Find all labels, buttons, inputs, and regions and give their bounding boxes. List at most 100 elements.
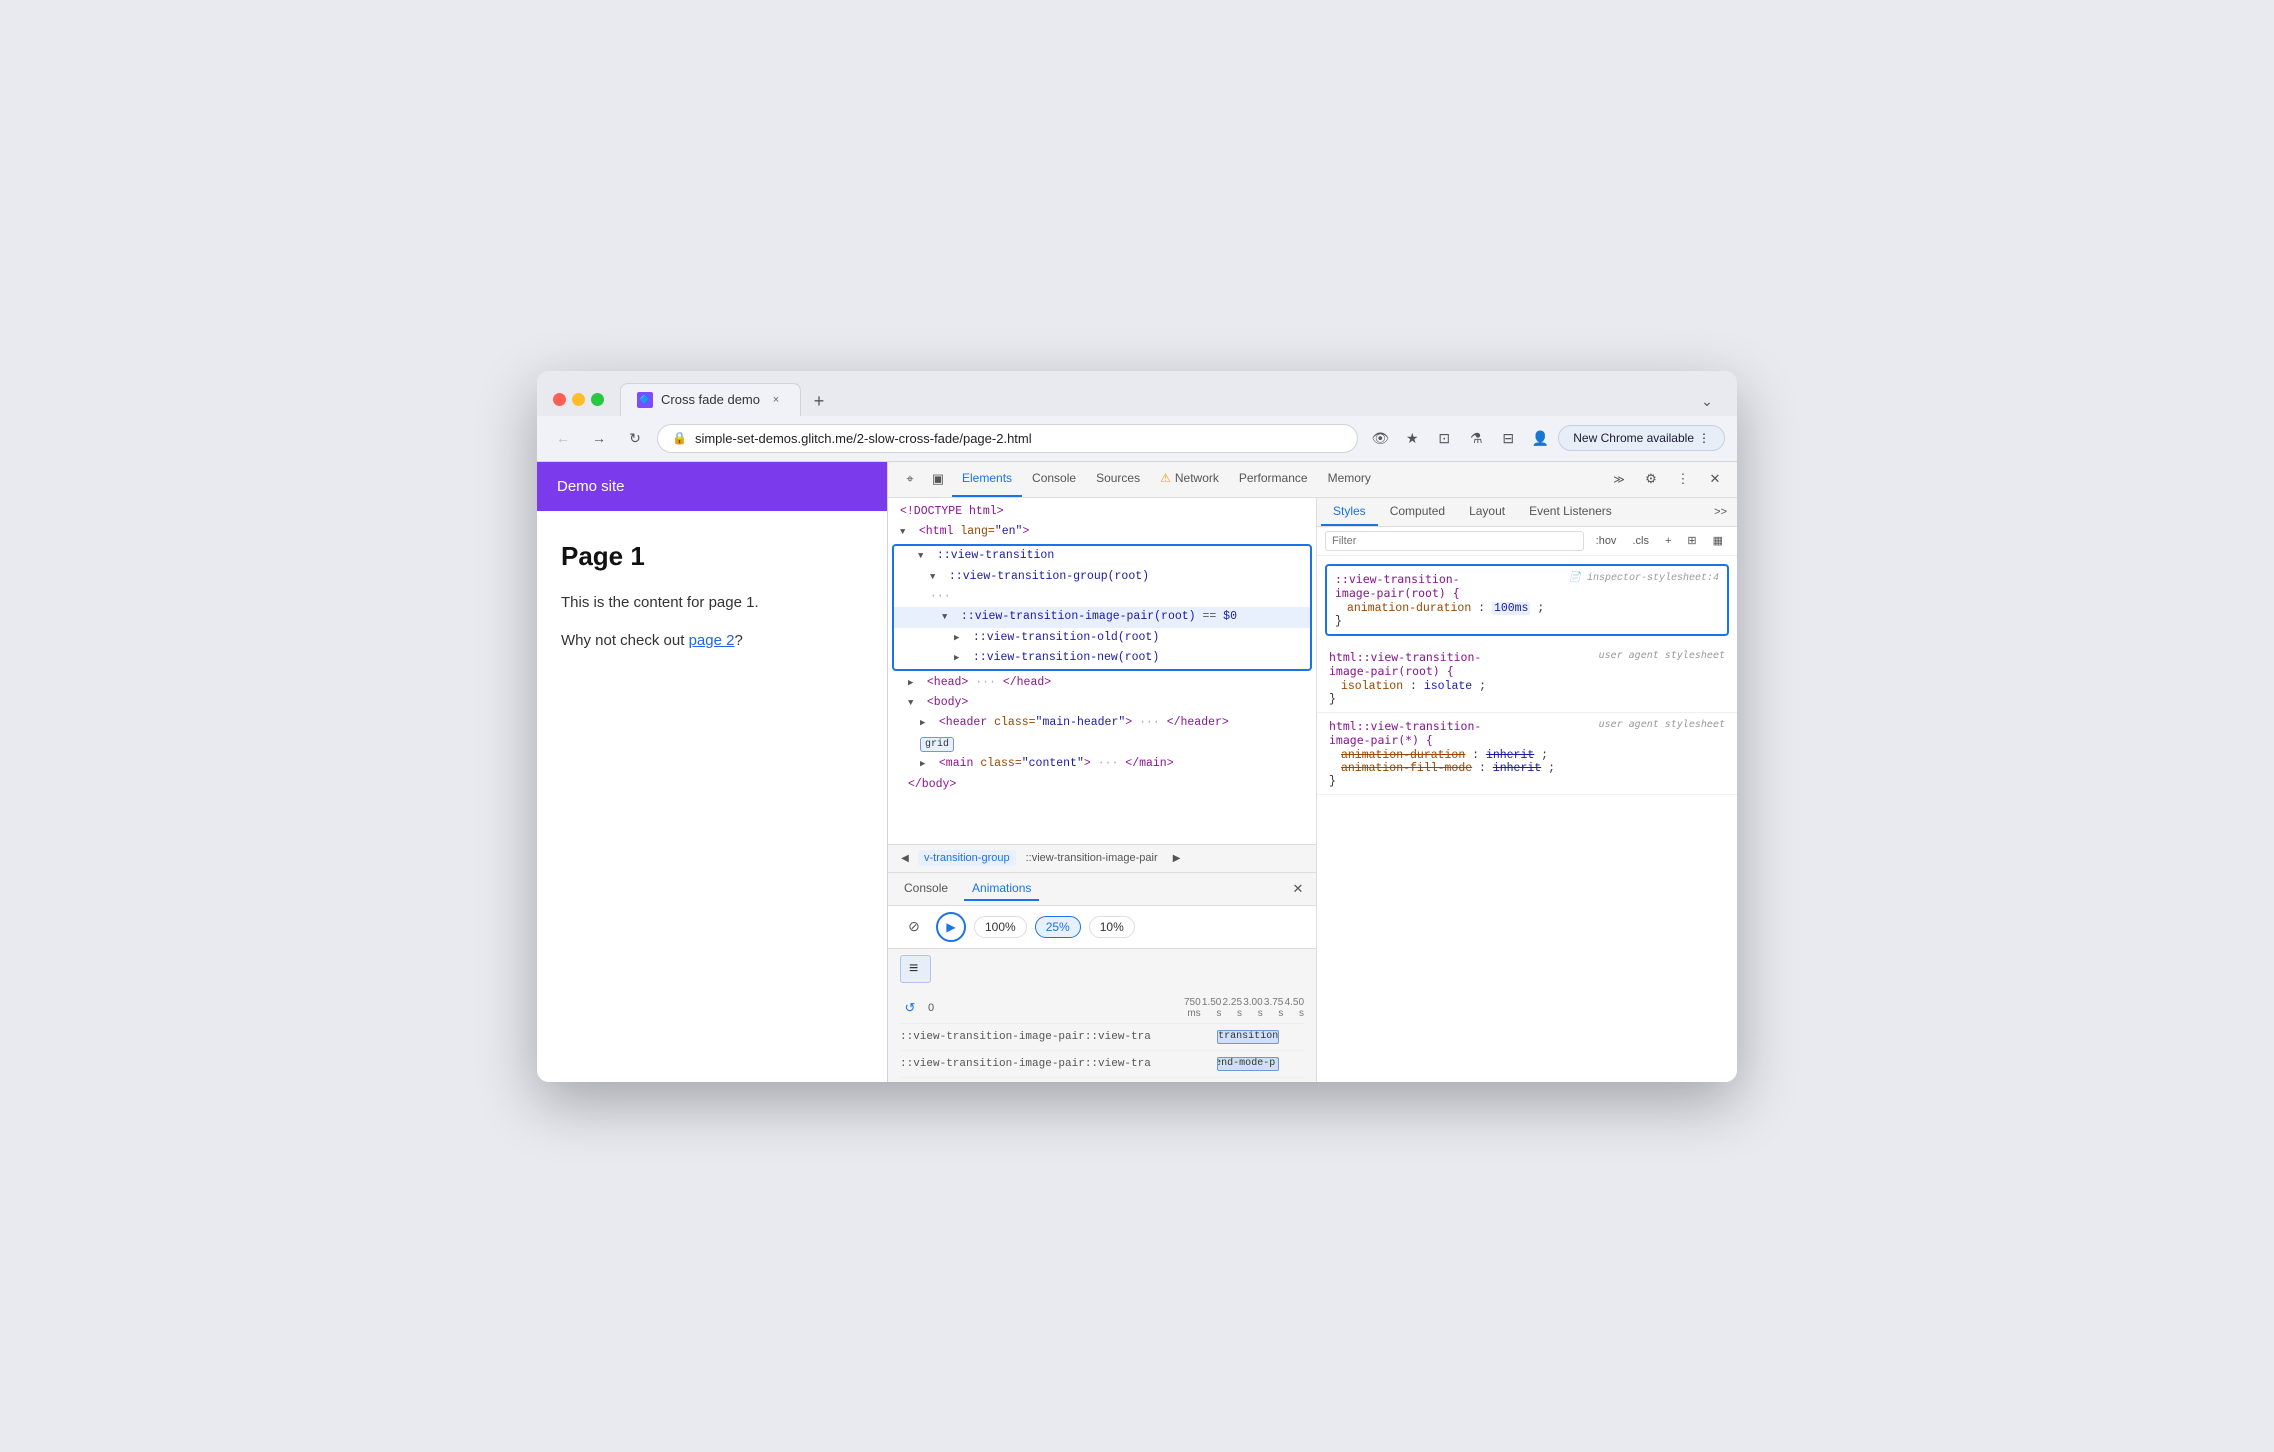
bottom-tab-animations[interactable]: Animations — [964, 877, 1039, 901]
devtools-more-options-button[interactable]: ⋮ — [1669, 465, 1697, 493]
new-style-icon[interactable]: ⊞ — [1681, 531, 1702, 550]
anim-bar-1: -ua-view-transition-fade-out — [1217, 1030, 1279, 1044]
html-line-header[interactable]: <header class="main-header"> ··· </heade… — [888, 713, 1316, 733]
time-marker-225: 2.25 s — [1221, 997, 1242, 1019]
back-button[interactable]: ← — [549, 424, 577, 452]
tab-network[interactable]: ⚠ Network — [1150, 461, 1229, 497]
split-button[interactable]: ⊟ — [1494, 424, 1522, 452]
timeline-row-1[interactable]: ::view-transition-image-pair::view-tra -… — [900, 1024, 1304, 1051]
triangle-vt-image-pair[interactable] — [942, 608, 954, 626]
new-chrome-available-button[interactable]: New Chrome available ⋮ — [1558, 425, 1725, 451]
close-window-button[interactable] — [553, 393, 566, 406]
html-line-view-transition[interactable]: ::view-transition — [894, 546, 1310, 566]
html-line-body-close[interactable]: </body> — [888, 775, 1316, 795]
more-tabs-button[interactable]: ≫ — [1605, 465, 1633, 493]
page-content-1: This is the content for page 1. — [561, 592, 863, 615]
tab-favicon: 🔷 — [637, 392, 653, 408]
triangle-body[interactable] — [908, 694, 920, 712]
highlighted-rule-value[interactable]: 100ms — [1492, 602, 1531, 615]
html-line-ellipsis[interactable]: ··· — [894, 587, 1310, 607]
time-marker-150: 1.50 s — [1201, 997, 1222, 1019]
ua-rule-2-close: } — [1329, 775, 1725, 788]
breadcrumb-right-arrow[interactable]: ▶ — [1168, 849, 1186, 867]
eye-off-icon[interactable]: 👁 — [1366, 424, 1394, 452]
devtools-settings-button[interactable]: ⚙ — [1637, 465, 1665, 493]
devtools-close-button[interactable]: ✕ — [1701, 465, 1729, 493]
styles-tab-styles[interactable]: Styles — [1321, 498, 1378, 526]
color-picker-icon[interactable]: ▦ — [1707, 531, 1729, 550]
triangle-main[interactable] — [920, 755, 932, 773]
rule-source[interactable]: 📄 inspector-stylesheet:4 — [1569, 572, 1719, 584]
html-line-html[interactable]: <html lang="en"> — [888, 522, 1316, 542]
triangle-vt-new[interactable] — [954, 649, 966, 667]
cls-button[interactable]: .cls — [1626, 532, 1655, 550]
timeline-replay-button[interactable]: ↺ — [900, 998, 920, 1018]
triangle-vt-old[interactable] — [954, 629, 966, 647]
hov-button[interactable]: :hov — [1590, 532, 1623, 550]
styles-filter-bar: :hov .cls + ⊞ ▦ — [1317, 527, 1737, 556]
time-marker-450: 4.50 s — [1283, 997, 1304, 1019]
timeline-row-1-bar: -ua-view-transition-fade-out — [1180, 1030, 1304, 1044]
timeline-row-2[interactable]: ::view-transition-image-pair::view-tra -… — [900, 1051, 1304, 1078]
html-line-grid-badge[interactable]: grid — [888, 734, 1316, 754]
add-style-button[interactable]: + — [1659, 532, 1677, 550]
maximize-window-button[interactable] — [591, 393, 604, 406]
refresh-button[interactable]: ↻ — [621, 424, 649, 452]
timeline-time-markers: 750 ms 1.50 s 2.25 s 3.00 s 3.75 s 4.50 … — [1180, 997, 1304, 1019]
speed-10-button[interactable]: 10% — [1089, 916, 1135, 938]
elements-content[interactable]: <!DOCTYPE html> <html lang="en"> ::view-… — [888, 498, 1316, 844]
tab-close-button[interactable]: × — [768, 392, 784, 408]
html-line-main[interactable]: <main class="content"> ··· </main> — [888, 754, 1316, 774]
speed-25-button[interactable]: 25% — [1035, 916, 1081, 938]
styles-tab-layout[interactable]: Layout — [1457, 498, 1517, 526]
triangle-header[interactable] — [920, 714, 932, 732]
styles-tab-computed[interactable]: Computed — [1378, 498, 1457, 526]
lab-button[interactable]: ⚗ — [1462, 424, 1490, 452]
time-marker-300: 3.00 s — [1242, 997, 1263, 1019]
styles-filter-input[interactable] — [1325, 531, 1584, 551]
animations-pause-button[interactable]: ⊘ — [900, 913, 928, 941]
minimize-window-button[interactable] — [572, 393, 585, 406]
html-line-doctype[interactable]: <!DOCTYPE html> — [888, 502, 1316, 522]
animations-play-button[interactable]: ▶ — [936, 912, 966, 942]
tab-elements[interactable]: Elements — [952, 461, 1022, 497]
forward-button[interactable]: → — [585, 424, 613, 452]
html-line-vt-image-pair[interactable]: ::view-transition-image-pair(root) == $0 — [894, 607, 1310, 627]
url-text: simple-set-demos.glitch.me/2-slow-cross-… — [695, 431, 1343, 446]
styles-tab-event-listeners[interactable]: Event Listeners — [1517, 498, 1624, 526]
bottom-tab-console[interactable]: Console — [896, 877, 956, 901]
tab-console[interactable]: Console — [1022, 461, 1086, 497]
animations-group-box[interactable]: ≡ — [900, 955, 931, 983]
html-line-head[interactable]: <head> ··· </head> — [888, 673, 1316, 693]
html-line-vt-new[interactable]: ::view-transition-new(root) — [894, 648, 1310, 668]
html-line-vt-old[interactable]: ::view-transition-old(root) — [894, 628, 1310, 648]
active-tab[interactable]: 🔷 Cross fade demo × — [620, 383, 801, 416]
devtools-cursor-icon[interactable]: ⌖ — [896, 465, 924, 493]
triangle-vt-group[interactable] — [930, 568, 942, 586]
new-tab-button[interactable]: + — [805, 388, 833, 416]
styles-more-tabs[interactable]: >> — [1708, 502, 1733, 522]
extensions-button[interactable]: ⊡ — [1430, 424, 1458, 452]
bottom-panel-close-button[interactable]: ✕ — [1288, 879, 1308, 899]
tab-performance[interactable]: Performance — [1229, 461, 1318, 497]
triangle-view-transition[interactable] — [918, 547, 930, 565]
breadcrumb-item-vt-image-pair[interactable]: ::view-transition-image-pair — [1020, 850, 1164, 866]
address-bar[interactable]: 🔒 simple-set-demos.glitch.me/2-slow-cros… — [657, 424, 1358, 453]
content-area: Demo site Page 1 This is the content for… — [537, 462, 1737, 1082]
triangle-html[interactable] — [900, 523, 912, 541]
speed-100-button[interactable]: 100% — [974, 916, 1027, 938]
demo-site-body: Page 1 This is the content for page 1. W… — [537, 511, 887, 699]
html-line-body[interactable]: <body> — [888, 693, 1316, 713]
page-2-link[interactable]: page 2 — [689, 632, 735, 649]
profile-button[interactable]: 👤 — [1526, 424, 1554, 452]
breadcrumb-item-vt-group[interactable]: v-transition-group — [918, 850, 1016, 866]
devtools-layout-icon[interactable]: ▣ — [924, 465, 952, 493]
breadcrumb-left-arrow[interactable]: ◀ — [896, 849, 914, 867]
tab-memory[interactable]: Memory — [1318, 461, 1381, 497]
tab-list-button[interactable]: ⌄ — [1693, 388, 1721, 416]
triangle-head[interactable] — [908, 674, 920, 692]
elements-panel: <!DOCTYPE html> <html lang="en"> ::view-… — [888, 498, 1317, 1082]
bookmark-button[interactable]: ★ — [1398, 424, 1426, 452]
html-line-view-transition-group[interactable]: ::view-transition-group(root) — [894, 567, 1310, 587]
tab-sources[interactable]: Sources — [1086, 461, 1150, 497]
